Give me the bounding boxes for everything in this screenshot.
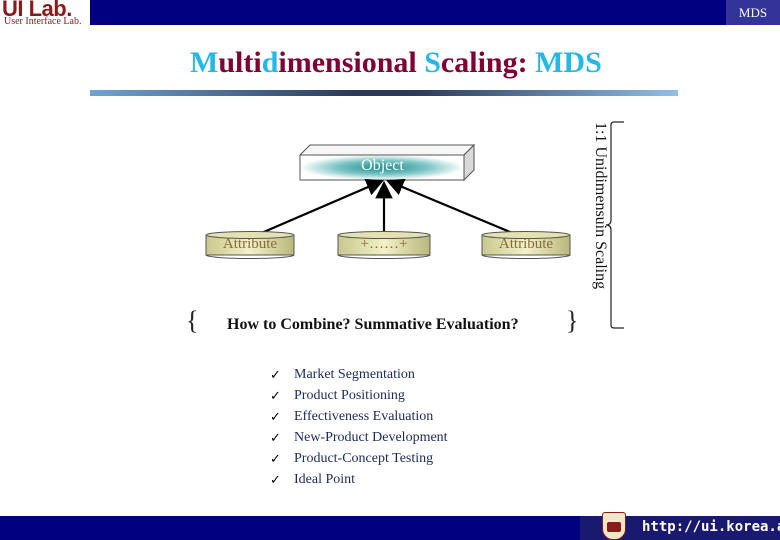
check-icon: ✓ bbox=[270, 408, 281, 424]
list-item-label: Product-Concept Testing bbox=[294, 450, 434, 466]
list-item: ✓ New-Product Development bbox=[270, 427, 448, 448]
arrow-left bbox=[251, 179, 385, 239]
combination-label: +……+ bbox=[360, 236, 408, 252]
footer-bar: http://ui.korea.ac.kr bbox=[0, 512, 780, 540]
combine-question: How to Combine? Summative Evaluation? bbox=[227, 316, 519, 333]
list-item-label: Effectiveness Evaluation bbox=[294, 408, 434, 424]
list-item-label: Product Positioning bbox=[294, 387, 405, 403]
list-item: ✓ Effectiveness Evaluation bbox=[270, 406, 448, 427]
list-item-label: New-Product Development bbox=[294, 429, 448, 445]
list-item: ✓ Ideal Point bbox=[270, 469, 448, 490]
list-item: ✓ Market Segmentation bbox=[270, 364, 448, 385]
footer-url-area: http://ui.korea.ac.kr bbox=[580, 512, 780, 540]
attribute-label: Attribute bbox=[498, 236, 554, 252]
check-icon: ✓ bbox=[270, 387, 281, 403]
footer-url-link[interactable]: http://ui.korea.ac.kr bbox=[642, 519, 780, 535]
arrow-right bbox=[385, 178, 523, 239]
applications-list: ✓ Market Segmentation ✓ Product Positionin… bbox=[270, 364, 448, 490]
list-item-label: Market Segmentation bbox=[294, 366, 415, 382]
korea-university-crest-icon bbox=[602, 512, 626, 540]
list-item-label: Ideal Point bbox=[294, 471, 356, 487]
attribute-label: Attribute bbox=[222, 236, 278, 252]
check-icon: ✓ bbox=[270, 471, 281, 487]
check-icon: ✓ bbox=[270, 429, 281, 445]
check-icon: ✓ bbox=[270, 450, 281, 466]
unidimensional-scaling-label: 1:1 Unidimensuin Scaling bbox=[592, 122, 609, 290]
check-icon: ✓ bbox=[270, 366, 281, 382]
object-label: Object bbox=[361, 157, 404, 174]
left-brace: { bbox=[186, 306, 199, 335]
list-item: ✓ Product-Concept Testing bbox=[270, 448, 448, 469]
right-brace: } bbox=[566, 306, 579, 335]
list-item: ✓ Product Positioning bbox=[270, 385, 448, 406]
